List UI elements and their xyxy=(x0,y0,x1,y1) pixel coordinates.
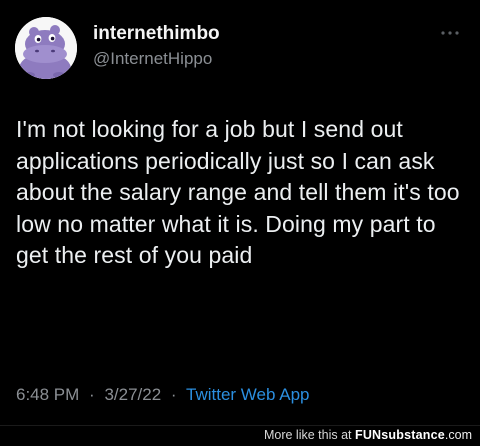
tweet-metadata: 6:48 PM · 3/27/22 · Twitter Web App xyxy=(16,385,309,405)
tweet-card: internethimbo @InternetHippo I'm not loo… xyxy=(0,0,480,425)
tweet-text: I'm not looking for a job but I send out… xyxy=(16,116,460,268)
tweet-source-link[interactable]: Twitter Web App xyxy=(186,385,309,404)
separator-dot: · xyxy=(170,385,177,404)
footer-brand: FUNsubstance xyxy=(354,428,445,442)
author-names: internethimbo @InternetHippo xyxy=(93,23,220,70)
hippo-avatar-icon[interactable] xyxy=(15,17,77,79)
display-name[interactable]: internethimbo xyxy=(93,23,220,45)
footer-more-like-this: More like this at xyxy=(263,428,352,442)
user-handle[interactable]: @InternetHippo xyxy=(93,48,220,70)
tweet-time[interactable]: 6:48 PM xyxy=(16,385,79,404)
tweet-date[interactable]: 3/27/22 xyxy=(104,385,161,404)
watermark-footer: More like this at FUNsubstance.com xyxy=(0,425,480,446)
separator-dot: · xyxy=(89,385,95,404)
footer-credit[interactable]: More like this at FUNsubstance.com xyxy=(264,428,472,442)
footer-brand-domain: .com xyxy=(444,428,472,442)
more-options-icon[interactable] xyxy=(440,28,460,38)
